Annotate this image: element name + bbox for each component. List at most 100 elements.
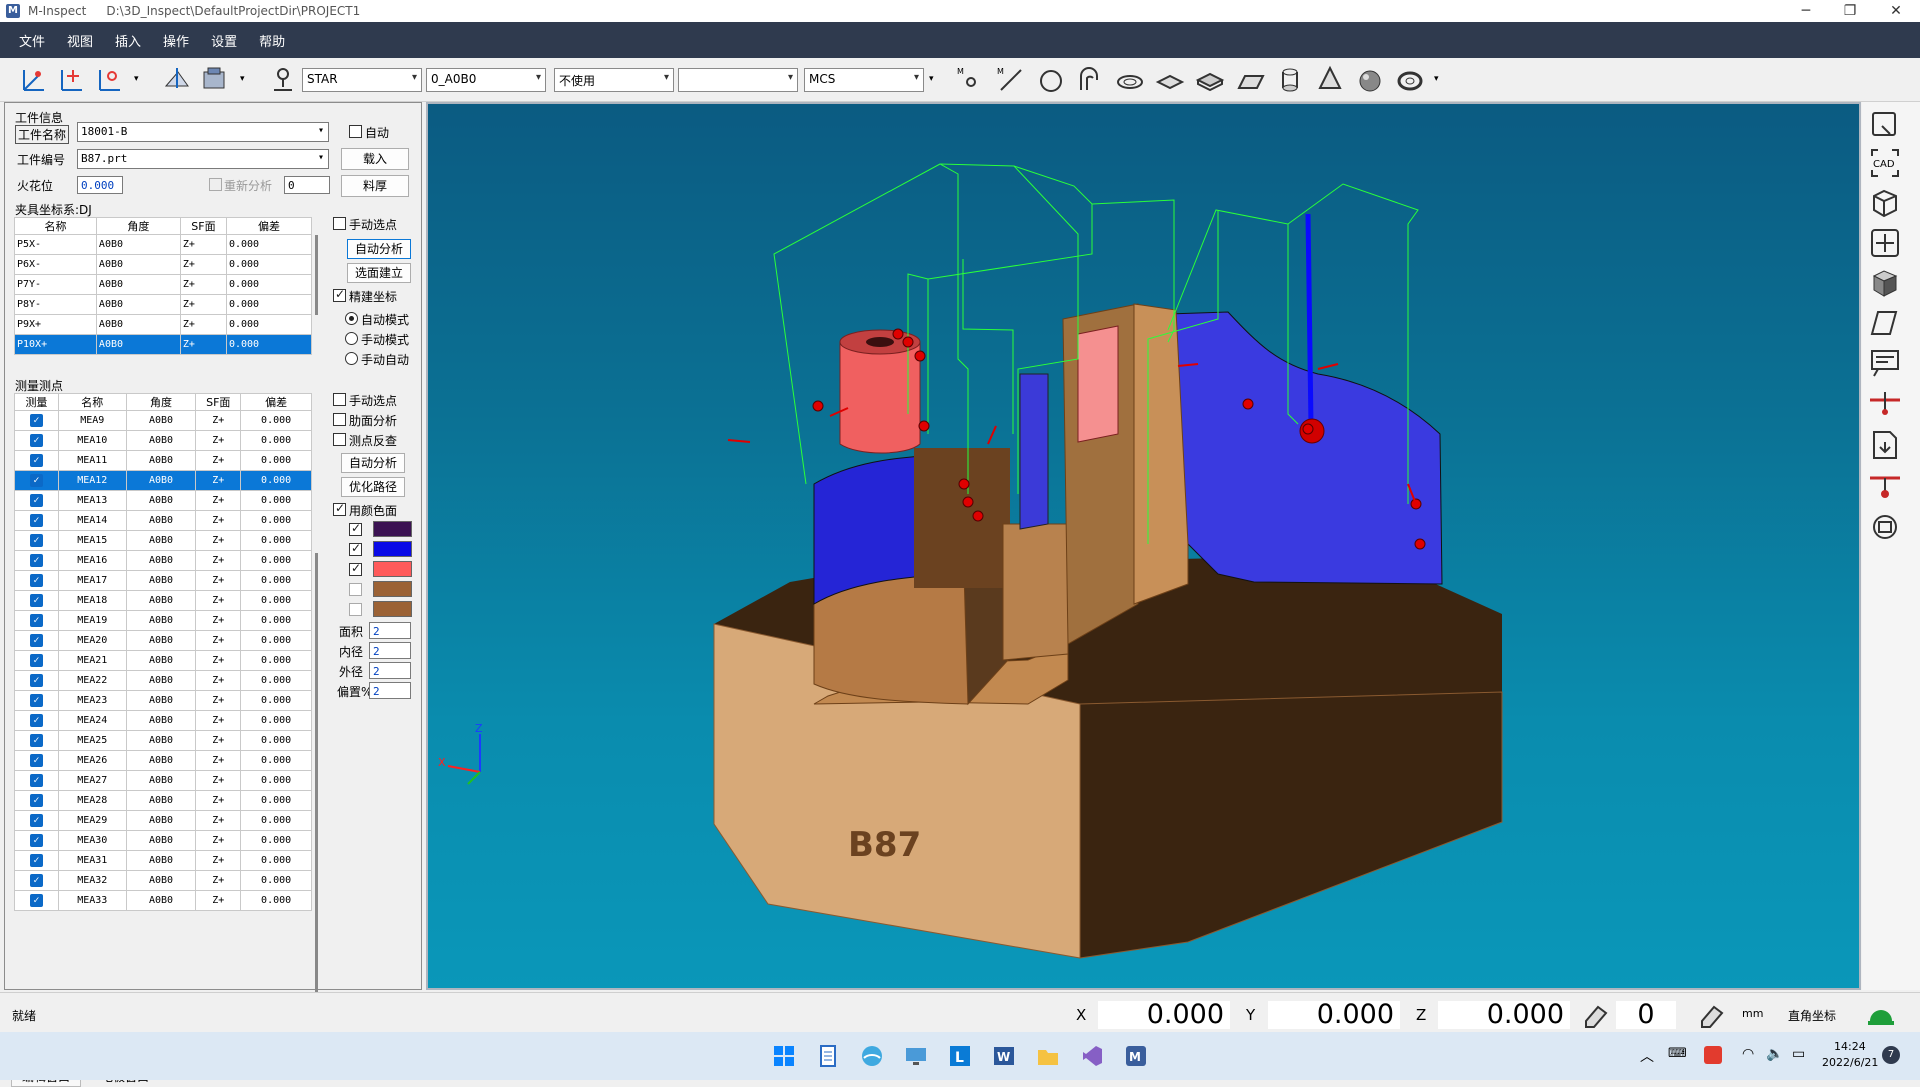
inner-diameter-input[interactable]: 2	[369, 642, 411, 659]
wireframe-cube-icon[interactable]	[1868, 186, 1902, 220]
rotate-view-icon[interactable]	[1868, 510, 1902, 544]
measure-arc-icon[interactable]	[1075, 64, 1105, 94]
offset-input[interactable]: 2	[369, 682, 411, 699]
table-row[interactable]: ✓ MEA33 A0B0 Z+ 0.000	[14, 890, 312, 911]
color-swatch[interactable]	[373, 521, 412, 537]
measure-checkbox[interactable]: ✓	[29, 594, 43, 607]
fixture-scrollbar[interactable]	[315, 235, 318, 315]
measure-checkbox[interactable]: ✓	[29, 434, 43, 447]
table-row[interactable]: ✓ MEA28 A0B0 Z+ 0.000	[14, 790, 312, 811]
outer-diameter-input[interactable]: 2	[369, 662, 411, 679]
clock-time[interactable]: 14:24	[1834, 1040, 1866, 1053]
ime-icon[interactable]: ⌨	[1668, 1046, 1687, 1061]
menu-file[interactable]: 文件	[8, 31, 56, 50]
area-input[interactable]: 2	[369, 622, 411, 639]
spark-gap-input[interactable]: 0.000	[77, 176, 123, 194]
browser-icon[interactable]	[860, 1044, 884, 1068]
table-row[interactable]: ✓ MEA23 A0B0 Z+ 0.000	[14, 690, 312, 711]
folder-icon[interactable]	[1036, 1044, 1060, 1068]
coordinate-system-combo[interactable]: MCS ▾	[804, 68, 924, 92]
measure-checkbox[interactable]: ✓	[29, 514, 43, 527]
view-fit-icon[interactable]	[1868, 108, 1902, 142]
table-row[interactable]: ✓ MEA30 A0B0 Z+ 0.000	[14, 830, 312, 851]
dropdown-arrow-icon[interactable]: ▾	[134, 74, 139, 84]
probe-plane-icon[interactable]	[162, 64, 192, 94]
measure-manual-pick-checkbox[interactable]	[333, 393, 346, 406]
measure-checkbox[interactable]: ✓	[29, 614, 43, 627]
measure-point-icon[interactable]: M	[955, 64, 985, 94]
rib-analyze-checkbox[interactable]	[333, 413, 346, 426]
table-row[interactable]: ✓ MEA27 A0B0 Z+ 0.000	[14, 770, 312, 791]
measure-checkbox[interactable]: ✓	[29, 854, 43, 867]
empty-combo[interactable]: ▾	[678, 68, 798, 92]
use-color-face-checkbox[interactable]	[333, 501, 346, 516]
manual-mode-radio[interactable]	[345, 332, 358, 345]
dropdown-arrow-icon[interactable]: ▾	[240, 74, 245, 84]
cad-icon[interactable]: CAD	[1868, 146, 1902, 180]
measure-checkbox[interactable]: ✓	[29, 774, 43, 787]
table-row[interactable]: P10X+ A0B0 Z+ 0.000	[14, 334, 313, 355]
reverse-check-checkbox[interactable]	[333, 433, 346, 446]
stock-thickness-button[interactable]: 料厚	[341, 175, 409, 197]
measure-checkbox[interactable]: ✓	[29, 754, 43, 767]
3d-viewport[interactable]: B87 Z X	[426, 102, 1861, 990]
measure-checkbox[interactable]: ✓	[29, 494, 43, 507]
color-2-checkbox[interactable]	[349, 541, 362, 556]
table-row[interactable]: ✓ MEA32 A0B0 Z+ 0.000	[14, 870, 312, 891]
start-icon[interactable]	[772, 1044, 796, 1068]
save-view-icon[interactable]	[1868, 428, 1902, 462]
point-axis-icon[interactable]	[18, 64, 48, 94]
probe-down-icon[interactable]	[1868, 468, 1902, 502]
angle-combo[interactable]: 0_A0B0 ▾	[426, 68, 546, 92]
measure-slot-icon[interactable]	[1115, 64, 1145, 94]
measure-checkbox[interactable]: ✓	[29, 794, 43, 807]
menu-view[interactable]: 视图	[56, 31, 104, 50]
fixture-icon[interactable]	[200, 64, 230, 94]
measure-plane-icon[interactable]	[1155, 64, 1185, 94]
fixture-auto-analyze-button[interactable]: 自动分析	[347, 239, 411, 259]
table-row[interactable]: ✓ MEA21 A0B0 Z+ 0.000	[14, 650, 312, 671]
table-row[interactable]: P8Y- A0B0 Z+ 0.000	[14, 294, 313, 315]
measure-checkbox[interactable]: ✓	[29, 894, 43, 907]
usage-combo[interactable]: 不使用 ▾	[554, 68, 674, 92]
pan-icon[interactable]	[1868, 226, 1902, 260]
fixture-manual-pick-checkbox[interactable]	[333, 217, 346, 230]
table-row[interactable]: ✓ MEA15 A0B0 Z+ 0.000	[14, 530, 312, 551]
probe-combo[interactable]: STAR ▾	[302, 68, 422, 92]
table-row[interactable]: P6X- A0B0 Z+ 0.000	[14, 254, 313, 275]
m-inspect-taskbar-icon[interactable]: M	[1124, 1044, 1148, 1068]
table-row[interactable]: ✓ MEA10 A0B0 Z+ 0.000	[14, 430, 312, 451]
dropdown-arrow-icon[interactable]: ▾	[1434, 74, 1439, 84]
table-row[interactable]: P9X+ A0B0 Z+ 0.000	[14, 314, 313, 335]
color-4-checkbox[interactable]	[349, 583, 362, 596]
table-row[interactable]: ✓ MEA24 A0B0 Z+ 0.000	[14, 710, 312, 731]
load-button[interactable]: 载入	[341, 148, 409, 170]
annotation-icon[interactable]	[1868, 346, 1902, 380]
point-add-icon[interactable]	[56, 64, 86, 94]
measure-checkbox[interactable]: ✓	[29, 554, 43, 567]
battery-icon[interactable]: ▭	[1792, 1046, 1805, 1062]
table-row[interactable]: ✓ MEA12 A0B0 Z+ 0.000	[14, 470, 312, 491]
measure-circle-icon[interactable]	[1035, 64, 1065, 94]
measure-checkbox[interactable]: ✓	[29, 834, 43, 847]
color-swatch[interactable]	[373, 561, 412, 577]
color-swatch[interactable]	[373, 581, 412, 597]
dropdown-arrow-icon[interactable]: ▾	[929, 74, 934, 84]
measure-face-icon[interactable]	[1235, 64, 1265, 94]
table-row[interactable]: ✓ MEA19 A0B0 Z+ 0.000	[14, 610, 312, 631]
measure-line-icon[interactable]: M	[995, 64, 1025, 94]
workpiece-id-select[interactable]: B87.prt ▾	[77, 149, 329, 169]
measure-sphere-icon[interactable]	[1355, 64, 1385, 94]
measure-checkbox[interactable]: ✓	[29, 534, 43, 547]
measure-torus-icon[interactable]	[1395, 64, 1425, 94]
table-row[interactable]: ✓ MEA17 A0B0 Z+ 0.000	[14, 570, 312, 591]
menu-insert[interactable]: 插入	[104, 31, 152, 50]
app-tray-icon[interactable]	[1704, 1046, 1722, 1064]
table-row[interactable]: ✓ MEA16 A0B0 Z+ 0.000	[14, 550, 312, 571]
visual-studio-icon[interactable]	[1080, 1044, 1104, 1068]
table-row[interactable]: ✓ MEA14 A0B0 Z+ 0.000	[14, 510, 312, 531]
app-l-icon[interactable]: L	[948, 1044, 972, 1068]
optimize-path-button[interactable]: 优化路径	[341, 477, 405, 497]
color-5-checkbox[interactable]	[349, 603, 362, 616]
measure-checkbox[interactable]: ✓	[29, 654, 43, 667]
